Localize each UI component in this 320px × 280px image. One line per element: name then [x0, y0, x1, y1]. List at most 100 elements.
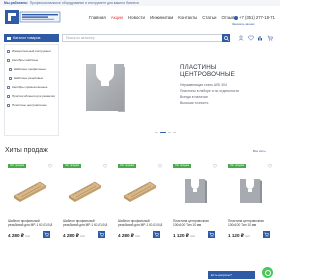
search-input[interactable]: Поиск по каталогу [62, 34, 230, 42]
sidebar-item[interactable]: Приспособления для разметки [5, 92, 60, 101]
product-image[interactable] [177, 178, 213, 204]
product-image[interactable] [67, 178, 103, 204]
search-placeholder: Поиск по каталогу [66, 36, 95, 40]
nav-item[interactable]: Инжинитам [150, 15, 173, 21]
product-price-value: 4 280 ₽ [118, 233, 134, 238]
phone-text: +7 (351) 277-18-71 [239, 15, 275, 20]
heart-icon[interactable] [158, 164, 162, 168]
sidebar-item[interactable]: Измерительный инструмент [5, 47, 60, 56]
sidebar-item[interactable]: Калибры промышленные [5, 83, 60, 92]
heart-icon[interactable] [213, 164, 217, 168]
banner-product-image [86, 64, 124, 111]
banner-feature: Высокая точность [180, 101, 209, 105]
banner-feature: Нержавеющая сталь AISI 304 [180, 83, 227, 87]
hits-section-title: Хиты продаж [5, 147, 48, 154]
phone-number[interactable]: +7 (351) 277-18-71 [234, 15, 275, 21]
product-name[interactable]: Пластина центровочная 100х100 Тип 10 мм [228, 219, 274, 227]
add-to-cart-button[interactable] [263, 231, 270, 238]
product-name[interactable]: Шаблон профильный резьбовой для МР-1 Ю-0… [118, 219, 164, 227]
product-price-unit: /шт [80, 234, 85, 238]
nav-item[interactable]: Контакты [178, 15, 197, 21]
product-price-unit: /шт [190, 234, 195, 238]
callback-link[interactable]: Заказать звонок [232, 22, 254, 26]
product-image[interactable] [232, 178, 268, 204]
sidebar-item-label: Приспособления для разметки [12, 94, 55, 98]
slider-dot[interactable] [155, 132, 158, 134]
product-card[interactable]: Хит продаж Шаблон профильный резьбовой дл… [4, 158, 55, 280]
cart-icon [99, 232, 104, 237]
top-info-label: Мы работаем: [4, 1, 28, 5]
product-image[interactable] [122, 178, 158, 204]
product-price: 4 280 ₽ /шт [63, 233, 85, 239]
category-icon [7, 95, 10, 98]
slider-dot[interactable] [168, 132, 171, 134]
nav-item[interactable]: Главная [89, 15, 106, 21]
whatsapp-icon[interactable] [262, 267, 273, 278]
heart-icon[interactable] [247, 35, 254, 41]
cart-icon [154, 232, 159, 237]
sidebar-item-label: Пластины центровочные [12, 103, 47, 107]
sidebar-item[interactable]: Калибры шаблоны [5, 56, 60, 65]
product-card[interactable]: Хит продаж Шаблон профильный резьбовой дл… [114, 158, 165, 280]
product-card[interactable]: Хит продаж Пластина центровочная 100х100 … [224, 158, 275, 280]
slider-dot[interactable] [173, 132, 176, 134]
catalog-button[interactable]: Каталог товаров [4, 34, 59, 42]
add-to-cart-button[interactable] [153, 231, 160, 238]
main-nav: Главная Акции Новости Инжинитам Контакты Стат… [89, 15, 238, 21]
hits-more-link[interactable]: Все хиты [253, 149, 266, 153]
product-price: 1 120 ₽ /шт [228, 233, 250, 239]
top-info-bar: Мы работаем: Профессиональное оборудовани… [0, 0, 280, 6]
menu-icon [7, 36, 11, 40]
product-price: 4 280 ₽ /шт [8, 233, 30, 239]
product-name[interactable]: Пластина центровочная 100х100 Тип 10 мм [173, 219, 219, 227]
hit-badge: Хит продаж [118, 164, 137, 168]
banner-feature: Пластины в наборе и по отдельности [180, 89, 239, 93]
product-name[interactable]: Шаблон профильный резьбовой для МР-1 Ю-0… [63, 219, 109, 227]
sidebar-item-label: Калибры шаблоны [12, 58, 39, 62]
product-image[interactable] [12, 178, 48, 204]
add-to-cart-button[interactable] [208, 231, 215, 238]
category-icon [7, 59, 10, 62]
cart-icon[interactable] [267, 35, 273, 41]
promo-banner[interactable]: ПЛАСТИНЫ ЦЕНТРОВОЧНЫЕ Нержавеющая сталь … [62, 44, 278, 137]
heart-icon[interactable] [268, 164, 272, 168]
user-icon[interactable] [238, 35, 244, 41]
compare-icon[interactable] [257, 35, 263, 41]
sidebar-item[interactable]: Шаблоны профильные [5, 65, 60, 74]
phone-icon [234, 15, 238, 20]
add-to-cart-button[interactable] [98, 231, 105, 238]
add-to-cart-button[interactable] [43, 231, 50, 238]
search-icon [223, 35, 229, 41]
sidebar-item-label: Шаблоны профильные [14, 67, 47, 71]
product-card[interactable]: Хит продаж Шаблон профильный резьбовой дл… [59, 158, 110, 280]
sidebar-item[interactable]: Пластины центровочные [5, 101, 60, 110]
product-card[interactable]: Хит продаж Пластина центровочная 100х100 … [169, 158, 220, 280]
catalog-button-label: Каталог товаров [13, 36, 41, 40]
nav-item[interactable]: Статьи [202, 15, 216, 21]
search-button[interactable] [222, 34, 230, 42]
nav-item[interactable]: Новости [128, 15, 145, 21]
product-price-value: 4 280 ₽ [63, 233, 79, 238]
heart-icon[interactable] [103, 164, 107, 168]
heart-icon[interactable] [48, 164, 52, 168]
product-price: 1 120 ₽ /шт [173, 233, 195, 239]
cart-icon [209, 232, 214, 237]
banner-title: ПЛАСТИНЫ ЦЕНТРОВОЧНЫЕ [180, 64, 235, 79]
hit-badge: Хит продаж [63, 164, 82, 168]
category-icon [7, 86, 10, 89]
chat-button[interactable]: Есть вопросы? [208, 271, 255, 279]
banner-feature: Всегда в наличии [180, 95, 208, 99]
nav-item[interactable]: Акции [111, 15, 123, 21]
product-price-unit: /шт [135, 234, 140, 238]
slider-dot[interactable] [160, 132, 166, 134]
category-icon [7, 104, 10, 107]
product-name[interactable]: Шаблон профильный резьбовой для МР-1 Ю-0… [8, 219, 54, 227]
header-icons [238, 35, 273, 41]
sidebar-item-label: Измерительный инструмент [12, 49, 52, 53]
slider-dots [155, 132, 176, 134]
sidebar-item[interactable]: Шаблоны резьбовые [5, 74, 60, 83]
site-logo[interactable] [5, 9, 61, 25]
cart-icon [44, 232, 49, 237]
product-price-unit: /шт [25, 234, 30, 238]
sidebar-item-label: Шаблоны резьбовые [14, 76, 44, 80]
